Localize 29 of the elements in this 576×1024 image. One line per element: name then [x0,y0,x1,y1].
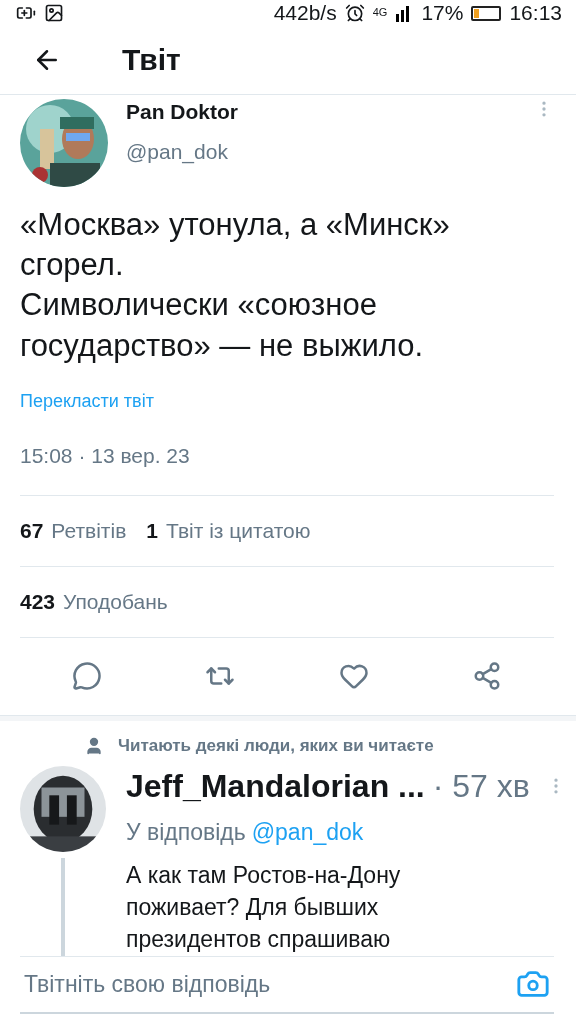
author-name: Pan Doktor [126,98,239,125]
tweet-timestamp: 15:08 · 13 вер. 23 [20,442,191,469]
network-speed: 442b/s [273,0,337,27]
tweet-text: «Москва» утонула, а «Минск» сгорел. Символически «союзное государство» — не выжило. [20,205,451,365]
battery-percent: 17% [421,0,464,27]
mention-link[interactable]: @pan_dok [251,818,364,847]
stat-count: 1 [146,517,158,544]
reply-time: · 57 хв [432,767,530,807]
stat-label: Ретвітів [51,517,127,544]
clock: 16:13 [509,0,562,27]
network-type: 4G [372,6,388,21]
translate-link[interactable]: Перекласти твіт [20,390,554,413]
reply-field[interactable]: Твітніть свою відповідь [20,955,554,1014]
reply-text: А как там Ростов-на-Дону поживает? Для бывших президентов спрашиваю [126,861,402,955]
like-label: Уподобань [63,588,168,615]
reply-author: Jeff_Mandalorian ... [126,767,425,807]
speech-bubble-icon [71,661,102,692]
page-title: Твіт [122,42,181,79]
author-handle: @pan_dok [126,139,229,166]
like-count: 423 [20,588,56,615]
person-icon [84,735,104,756]
social-context: Читають деякі люди, яких ви читаєте [118,735,434,757]
replying-label: У відповідь [126,818,246,847]
reply-placeholder: Твітніть свою відповідь [24,969,271,999]
alarm-icon [344,3,365,24]
image-icon [44,3,64,24]
stat-label: Твіт із цитатою [166,517,311,544]
battery-icon [471,5,502,21]
stat-count: 67 [20,517,44,544]
